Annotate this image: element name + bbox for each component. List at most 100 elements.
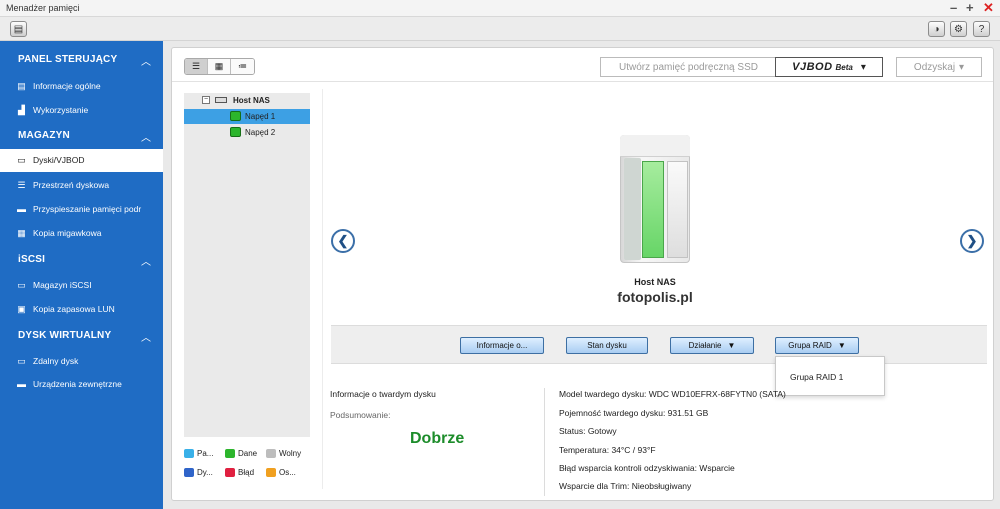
tree-node-host[interactable]: − Host NAS xyxy=(184,93,310,108)
tree-node-drive-2[interactable]: Napęd 2 xyxy=(184,125,310,140)
nas-front-panel xyxy=(624,158,641,260)
sidebar-item-cache-acceleration[interactable]: ▬ Przyspieszanie pamięci podr xyxy=(0,198,163,221)
window-title: Menadżer pamięci xyxy=(6,3,80,13)
sidebar-item-snapshot[interactable]: ▦ Kopia migawkowa xyxy=(0,222,163,245)
create-ssd-cache-button[interactable]: Utwórz pamięć podręczną SSD xyxy=(600,57,777,77)
device-tree: − Host NAS Napęd 1 Napęd 2 xyxy=(184,93,310,437)
minimize-button[interactable]: – xyxy=(950,1,957,15)
sidebar-section-virtual-disk[interactable]: DYSK WIRTUALNY ︿ xyxy=(0,324,163,348)
recover-button[interactable]: Odzyskaj ▾ xyxy=(896,57,982,77)
detail-capacity: Pojemność twardego dysku: 931.51 GB xyxy=(559,408,709,418)
chevron-up-icon: ︿ xyxy=(141,333,151,344)
view-mode-toggle: ☰ ▦ ≔ xyxy=(184,58,255,75)
chart-icon: ▟ xyxy=(18,105,25,115)
drive-bay-2[interactable] xyxy=(667,161,688,258)
vjbod-beta-label: Beta xyxy=(835,62,853,72)
sidebar-item-remote-disk[interactable]: ▭ Zdalny dysk xyxy=(0,350,163,373)
legend-swatch xyxy=(184,449,194,458)
disk-status-button[interactable]: Stan dysku xyxy=(566,337,648,354)
sidebar-section-control-panel[interactable]: PANEL STERUJĄCY ︿ xyxy=(0,48,163,72)
legend-swatch xyxy=(225,449,235,458)
lun-backup-icon: ▣ xyxy=(17,304,26,314)
remote-disk-icon: ▭ xyxy=(17,356,26,366)
legend-swatch xyxy=(184,468,194,477)
sidebar-item-usage[interactable]: ▟ Wykorzystanie xyxy=(0,99,163,122)
chevron-left-icon: ❮ xyxy=(337,233,349,248)
grid-view-icon: ▦ xyxy=(214,61,224,71)
nas-top-cover xyxy=(620,135,690,157)
list-view-icon: ☰ xyxy=(191,61,201,71)
window-titlebar: Menadżer pamięci – + ✕ xyxy=(0,0,1000,17)
drive-green-icon xyxy=(230,127,241,137)
help-button[interactable]: ? xyxy=(973,21,990,37)
vjbod-button[interactable]: VJBOD Beta ▾ xyxy=(775,57,883,77)
watermark: fotopolis.pl xyxy=(617,289,693,305)
snapshot-icon: ▦ xyxy=(17,228,26,238)
settings-button[interactable]: ⚙ xyxy=(950,21,967,37)
chevron-right-icon: ❯ xyxy=(966,233,978,248)
drive-green-icon xyxy=(230,111,241,121)
disk-status-legend: Pa... Dane Wolny Dy... Błąd Os... xyxy=(184,448,314,488)
cache-icon: ▬ xyxy=(17,204,26,214)
sidebar-section-storage[interactable]: MAGAZYN ︿ xyxy=(0,124,163,148)
info-divider xyxy=(544,388,545,496)
close-button[interactable]: ✕ xyxy=(983,1,994,15)
external-device-icon: ▬ xyxy=(17,379,26,389)
sidebar-section-iscsi[interactable]: iSCSI ︿ xyxy=(0,248,163,272)
chevron-up-icon: ︿ xyxy=(141,57,151,68)
grid-view-button[interactable]: ▦ xyxy=(208,59,231,74)
sidebar-item-lun-backup[interactable]: ▣ Kopia zapasowa LUN xyxy=(0,298,163,321)
toolbar-divider xyxy=(172,81,993,82)
detail-trim-support: Wsparcie dla Trim: Nieobsługiwany xyxy=(559,481,692,491)
nas-device-image xyxy=(620,135,690,263)
gear-icon: ⚙ xyxy=(954,23,963,35)
raid-group-option[interactable]: Grupa RAID 1 xyxy=(790,372,843,382)
raid-group-button[interactable]: Grupa RAID ▼ xyxy=(775,337,859,354)
detail-view-button[interactable]: ≔ xyxy=(231,59,254,74)
prev-device-button[interactable]: ❮ xyxy=(331,229,355,253)
tree-node-drive-1[interactable]: Napęd 1 xyxy=(184,109,310,124)
caret-down-icon: ▾ xyxy=(860,61,866,73)
sidebar-item-external-devices[interactable]: ▬ Urządzenia zewnętrzne xyxy=(0,373,163,396)
detail-list-icon: ≔ xyxy=(238,61,247,71)
disk-info-title: Informacje o twardym dysku xyxy=(330,389,436,399)
disk-icon: ▭ xyxy=(17,155,26,165)
sidebar-item-disks-vjbod[interactable]: ▭ Dyski/VJBOD xyxy=(0,149,163,172)
main-panel: ☰ ▦ ≔ Utwórz pamięć podręczną SSD VJBOD … xyxy=(171,47,994,501)
detail-recovery-support: Błąd wsparcia kontroli odzyskiwania: Wsp… xyxy=(559,463,735,473)
caret-down-icon: ▼ xyxy=(837,341,846,350)
sidebar-item-general-info[interactable]: ▤ Informacje ogólne xyxy=(0,75,163,98)
disk-info-button[interactable]: Informacje o... xyxy=(460,337,544,354)
detail-status: Status: Gotowy xyxy=(559,426,617,436)
sidebar: PANEL STERUJĄCY ︿ ▤ Informacje ogólne ▟ … xyxy=(0,41,163,509)
caret-down-icon: ▾ xyxy=(959,61,965,73)
camera-icon: ◑ xyxy=(933,23,940,35)
chevron-up-icon: ︿ xyxy=(141,257,151,268)
drive-bay-1[interactable] xyxy=(642,161,664,258)
chevron-up-icon: ︿ xyxy=(141,133,151,144)
summary-label: Podsumowanie: xyxy=(330,410,391,420)
storage-icon: ☰ xyxy=(17,180,26,190)
panel-toggle-button[interactable]: ▤ xyxy=(10,21,27,37)
detail-temperature: Temperatura: 34°C / 93°F xyxy=(559,445,656,455)
legend-swatch xyxy=(266,468,276,477)
device-name: Host NAS xyxy=(634,277,676,287)
recover-label: Odzyskaj xyxy=(913,61,956,73)
disk-action-bar: Informacje o... Stan dysku Działanie ▼ G… xyxy=(331,325,987,364)
info-list-icon: ▤ xyxy=(17,81,26,91)
nas-host-icon xyxy=(215,97,227,103)
maximize-button[interactable]: + xyxy=(966,1,974,15)
sidebar-item-iscsi-storage[interactable]: ▭ Magazyn iSCSI xyxy=(0,274,163,297)
collapse-icon[interactable]: − xyxy=(202,96,210,104)
legend-swatch xyxy=(266,449,276,458)
action-menu-button[interactable]: Działanie ▼ xyxy=(670,337,754,354)
next-device-button[interactable]: ❯ xyxy=(960,229,984,253)
sidebar-item-storage-space[interactable]: ☰ Przestrzeń dyskowa xyxy=(0,174,163,197)
raid-group-dropdown: Grupa RAID 1 xyxy=(775,356,885,396)
snapshot-toolbar-button[interactable]: ◑ xyxy=(928,21,945,37)
vjbod-brand: VJBOD xyxy=(792,61,833,73)
list-view-button[interactable]: ☰ xyxy=(185,59,208,74)
app-toolbar: ▤ ◑ ⚙ ? xyxy=(0,17,1000,41)
caret-down-icon: ▼ xyxy=(727,341,736,350)
help-icon: ? xyxy=(978,23,985,35)
